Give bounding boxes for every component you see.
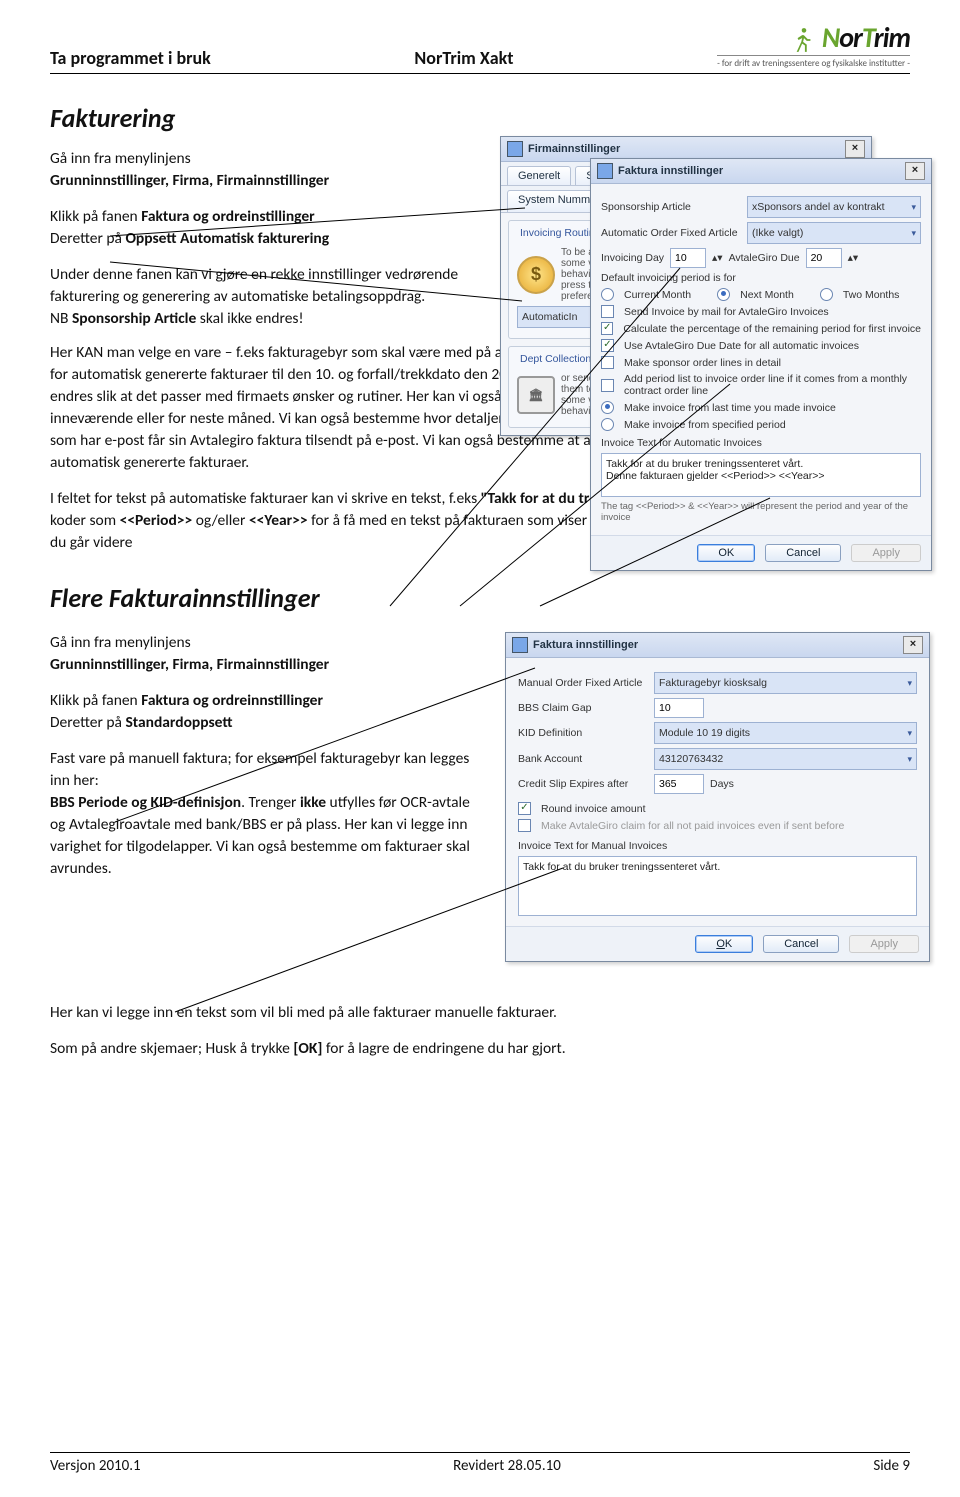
apply-button: Apply (851, 544, 921, 562)
footer-right: Side 9 (873, 1457, 910, 1475)
window-icon (512, 637, 528, 653)
manfix-label: Manual Order Fixed Article (518, 677, 648, 689)
ok-button[interactable]: OOKK (695, 935, 753, 953)
radio-two-months[interactable] (820, 288, 833, 301)
window-title: Faktura innstillinger (533, 639, 638, 651)
tag-note: The tag <<Period>> & <<Year>> will repre… (601, 501, 921, 523)
intro-line2: Grunninnstillinger, Firma, Firmainnstill… (50, 655, 329, 674)
bank-select[interactable]: 43120763432▾ (654, 748, 917, 770)
credit-label: Credit Slip Expires after (518, 778, 648, 790)
autofix-select[interactable]: (Ikke valgt)▾ (747, 222, 921, 244)
logo-subtitle: - for drift av treningssentere og fysika… (717, 55, 910, 69)
section-title-fakturering: Fakturering (50, 102, 910, 134)
kid-select[interactable]: Module 10 19 digits▾ (654, 722, 917, 744)
sponsorship-label: Sponsorship Article (601, 201, 741, 213)
chk-use-duedate[interactable] (601, 339, 614, 352)
page-footer: Versjon 2010.1 Revidert 28.05.10 Side 9 (50, 1452, 910, 1475)
bbs-input[interactable] (654, 698, 704, 718)
dollar-icon: $ (517, 256, 555, 294)
window-icon (507, 141, 523, 157)
invoice-text-field[interactable]: Takk for at du bruker treningssenteret v… (601, 453, 921, 497)
kid-label: KID Definition (518, 727, 648, 739)
logo: NorTrim - for drift av treningssentere o… (717, 20, 910, 69)
radio-from-last[interactable] (601, 401, 614, 414)
window-title: Firmainnstillinger (528, 143, 620, 155)
chk-calc-percent[interactable] (601, 322, 613, 335)
intro-line1: Gå inn fra menylinjens (50, 149, 191, 168)
invoicing-day-label: Invoicing Day (601, 252, 664, 264)
period-label: Default invoicing period is for (601, 272, 921, 284)
intro-line1: Gå inn fra menylinjens (50, 633, 191, 652)
group-dept-collection: Dept Collection (517, 353, 594, 365)
radio-current-month[interactable] (601, 288, 614, 301)
autofix-label: Automatic Order Fixed Article (601, 227, 741, 239)
radio-from-spec[interactable] (601, 418, 614, 431)
close-icon[interactable]: × (903, 636, 923, 654)
tab-generelt[interactable]: Generelt (507, 166, 571, 185)
apply-button: Apply (849, 935, 919, 953)
radio-next-month[interactable] (717, 288, 730, 301)
close-icon[interactable]: × (905, 162, 925, 180)
page-header: Ta programmet i bruk NorTrim Xakt NorTri… (50, 20, 910, 74)
credit-input[interactable] (654, 774, 704, 794)
header-left: Ta programmet i bruk (50, 47, 211, 69)
header-center: NorTrim Xakt (414, 47, 513, 69)
paragraph-3: Under denne fanen kan vi gjøre en rekke … (50, 265, 458, 306)
chk-send-mail[interactable] (601, 305, 614, 318)
chk-sponsor-detail[interactable] (601, 356, 614, 369)
invoicing-day-input[interactable] (670, 248, 706, 268)
faktura-innstillinger-window-2: Faktura innstillinger × Manual Order Fix… (505, 632, 930, 962)
chk-add-period[interactable] (601, 379, 614, 392)
faktura-innstillinger-window: Faktura innstillinger × Sponsorship Arti… (590, 158, 932, 571)
footer-center: Revidert 28.05.10 (453, 1457, 561, 1475)
spinner-icon[interactable]: ▴▾ (712, 252, 723, 264)
manfix-select[interactable]: Fakturagebyr kiosksalg▾ (654, 672, 917, 694)
sponsorship-select[interactable]: xSponsors andel av kontrakt▾ (747, 196, 921, 218)
footer-left: Versjon 2010.1 (50, 1457, 141, 1475)
bbs-label: BBS Claim Gap (518, 702, 648, 714)
chk-round[interactable] (518, 802, 531, 815)
avtalegiro-due-label: AvtaleGiro Due (729, 252, 800, 264)
avtalegiro-due-input[interactable] (806, 248, 842, 268)
section-title-flere: Flere Fakturainnstillinger (50, 582, 910, 614)
ok-button[interactable]: OK (697, 544, 755, 562)
p4: Her kan vi legge inn en tekst som vil bl… (50, 1002, 910, 1024)
cancel-button[interactable]: Cancel (763, 935, 839, 953)
close-icon[interactable]: × (845, 140, 865, 158)
manual-text-label: Invoice Text for Manual Invoices (518, 840, 917, 852)
intro-line2: Grunninnstillinger, Firma, Firmainnstill… (50, 171, 329, 190)
spinner-icon[interactable]: ▴▾ (848, 252, 859, 264)
manual-text-field[interactable]: Takk for at du bruker treningssenteret v… (518, 856, 917, 916)
window-icon (597, 163, 613, 179)
cancel-button[interactable]: Cancel (765, 544, 841, 562)
runner-icon (793, 26, 815, 54)
invoice-text-label: Invoice Text for Automatic Invoices (601, 437, 921, 449)
chk-claim (518, 819, 531, 832)
window-title: Faktura innstillinger (618, 165, 723, 177)
bank-icon: 🏛 (517, 376, 555, 414)
bank-label: Bank Account (518, 753, 648, 765)
